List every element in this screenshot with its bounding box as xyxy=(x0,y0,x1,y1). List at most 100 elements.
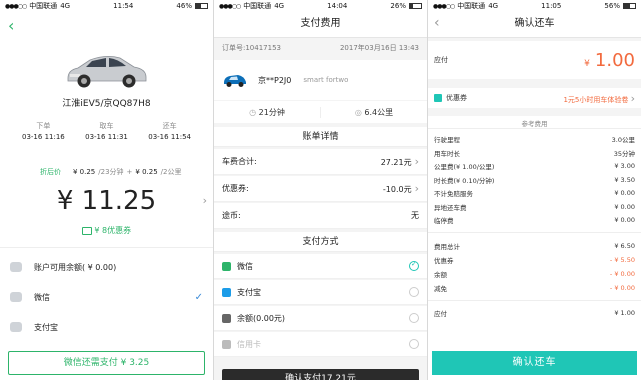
alipay-icon xyxy=(10,322,22,332)
check-icon: ✓ xyxy=(411,260,417,268)
time-value: 03-16 11:54 xyxy=(148,133,191,141)
distance-price: ¥ 0.25 xyxy=(135,168,158,176)
fee-row: 行驶里程 3.0公里 xyxy=(428,133,641,145)
carrier-label: 中国联通 xyxy=(29,2,58,10)
bill-row-label: 优惠券: xyxy=(222,184,249,193)
bill-row[interactable]: 优惠券: -10.0元 › xyxy=(214,176,427,202)
car-image xyxy=(67,56,147,88)
fee-row: 公里费(¥ 1.00/公里) ¥ 3.00 xyxy=(428,160,641,172)
signal-icon: ●●●○○ xyxy=(219,2,241,10)
network-label: 4G xyxy=(488,2,499,10)
check-icon: ✓ xyxy=(194,291,203,303)
total-value: - ¥ 5.50 xyxy=(609,256,635,264)
battery-label: 26% xyxy=(390,2,406,10)
total-label: 减免 xyxy=(434,285,447,293)
payment-option[interactable]: 支付宝 xyxy=(0,316,213,338)
carrier-label: 中国联通 xyxy=(457,2,486,10)
car-model: smart fortwo xyxy=(303,76,349,84)
total-row: 余额 - ¥ 0.00 xyxy=(428,268,641,280)
coupon-icon xyxy=(434,94,442,102)
panel-pay-fee: ●●●○○ 中国联通 4G 14:04 26% 支付费用 订单号:10417153 … xyxy=(214,0,427,380)
total-label: 优惠券 xyxy=(434,257,454,265)
status-time: 14:04 xyxy=(327,2,348,10)
total-label: 费用总计 xyxy=(434,243,460,251)
radio-icon[interactable] xyxy=(409,287,419,297)
order-row: 订单号:10417153 2017年03月16日 13:43 xyxy=(214,40,427,56)
chevron-right-icon: › xyxy=(630,91,635,105)
bill-row-value: 27.21元 xyxy=(380,158,412,167)
coupon-value: 1元5小时用车体验卷 xyxy=(563,95,629,104)
signal-icon: ●●●○○ xyxy=(5,2,27,10)
trip-stats: ◷ 21分钟 ◎ 6.4公里 xyxy=(214,101,427,123)
order-date: 2017年03月16日 13:43 xyxy=(339,44,419,52)
time-summary: 下单 03-16 11:16 取车 03-16 11:31 还车 03-16 11:54 xyxy=(22,121,191,141)
radio-icon[interactable] xyxy=(409,313,419,323)
fee-label: 临停费 xyxy=(434,217,454,225)
time-item: 下单 03-16 11:16 xyxy=(22,121,65,141)
bill-row-value: 无 xyxy=(411,211,419,220)
total-value: - ¥ 0.00 xyxy=(609,270,635,278)
radio-icon[interactable] xyxy=(409,339,419,349)
payment-option[interactable]: 微信 ✓ xyxy=(0,286,213,308)
battery-icon xyxy=(194,3,208,9)
back-button[interactable]: ‹ xyxy=(8,16,14,35)
due-amount: 1.00 xyxy=(594,49,635,71)
pay-button[interactable]: 微信还需支付 ¥ 3.25 xyxy=(8,351,205,375)
due-currency: ¥ xyxy=(584,58,590,69)
pay-method-option[interactable]: 余额(0.00元) xyxy=(214,306,427,331)
battery-label: 46% xyxy=(176,2,192,10)
radio-checked-icon[interactable]: ✓ xyxy=(409,260,419,271)
chevron-right-icon: › xyxy=(414,155,419,168)
pay-method-option: 信用卡 xyxy=(214,332,427,357)
back-button[interactable]: ‹ xyxy=(434,15,440,31)
car-plate: 京**P2J0 xyxy=(258,75,292,85)
wallet-icon xyxy=(10,262,22,272)
gauge-icon: ◎ xyxy=(354,107,362,117)
pay-method-option[interactable]: 微信 ✓ xyxy=(214,254,427,279)
time-item: 还车 03-16 11:54 xyxy=(148,121,191,141)
coupon-tag-label: ¥ 8优惠券 xyxy=(94,226,132,235)
chevron-right-icon: › xyxy=(414,182,419,195)
pay-method-label: 信用卡 xyxy=(237,339,261,349)
divider xyxy=(428,300,641,301)
divider xyxy=(0,247,213,248)
confirm-return-button[interactable]: 确认还车 xyxy=(432,351,637,375)
price-detail: 折后价 ¥ 0.25/23分钟 + ¥ 0.25/2公里 xyxy=(40,167,181,177)
fee-value: 3.0公里 xyxy=(611,136,635,144)
due-label: 应付 xyxy=(434,56,448,64)
page-title: 支付费用 xyxy=(214,12,427,38)
total-row: 优惠券 - ¥ 5.50 xyxy=(428,254,641,266)
bill-row-value-wrap: -10.0元 › xyxy=(383,182,419,195)
total-label: 余额 xyxy=(434,271,447,279)
fee-row: 不计免赔服务 ¥ 0.00 xyxy=(428,187,641,199)
fee-label: 公里费(¥ 1.00/公里) xyxy=(434,163,495,171)
time-value: 03-16 11:16 xyxy=(22,133,65,141)
fee-header: 参考费用 xyxy=(521,120,548,128)
fee-label: 时长费(¥ 0.10/分钟) xyxy=(434,176,495,185)
time-label: 取车 xyxy=(99,122,114,130)
chevron-left-icon: ‹ xyxy=(434,15,440,31)
bill-row[interactable]: 车费合计: 27.21元 › xyxy=(214,149,427,175)
chevron-right-icon[interactable]: › xyxy=(203,194,207,207)
coupon-tag[interactable]: ¥ 8优惠券 xyxy=(0,225,213,236)
total-row: 费用总计 ¥ 6.50 xyxy=(428,240,641,252)
payment-option[interactable]: 账户可用余额( ¥ 0.00) xyxy=(0,256,213,278)
bill-row: 途币: 无 xyxy=(214,203,427,229)
fee-value: ¥ 3.00 xyxy=(614,162,635,170)
order-number: 订单号:10417153 xyxy=(222,44,281,52)
panel-confirm-return: ●●●○○ 中国联通 4G 11:05 56% ‹ 确认还车 应付 ¥ 1.00 优… xyxy=(428,0,641,380)
clock-icon: ◷ xyxy=(249,107,257,117)
carrier-label: 中国联通 xyxy=(243,2,272,10)
chevron-left-icon: ‹ xyxy=(8,16,15,35)
confirm-pay-button[interactable]: 确认支付17.21元 xyxy=(222,369,419,380)
coupon-row[interactable]: 优惠券 1元5小时用车体验卷 › xyxy=(428,88,641,108)
alipay-icon xyxy=(222,287,231,297)
fee-row: 异地还车费 ¥ 0.00 xyxy=(428,201,641,213)
wechat-icon xyxy=(10,292,22,302)
status-bar: ●●●○○ 中国联通 4G 11:05 56% xyxy=(428,0,641,12)
ticket-icon xyxy=(81,226,92,235)
status-time: 11:54 xyxy=(113,2,134,10)
pay-row-value: ¥ 1.00 xyxy=(614,309,635,317)
pay-method-option[interactable]: 支付宝 xyxy=(214,280,427,305)
smart-car-icon xyxy=(224,75,246,87)
